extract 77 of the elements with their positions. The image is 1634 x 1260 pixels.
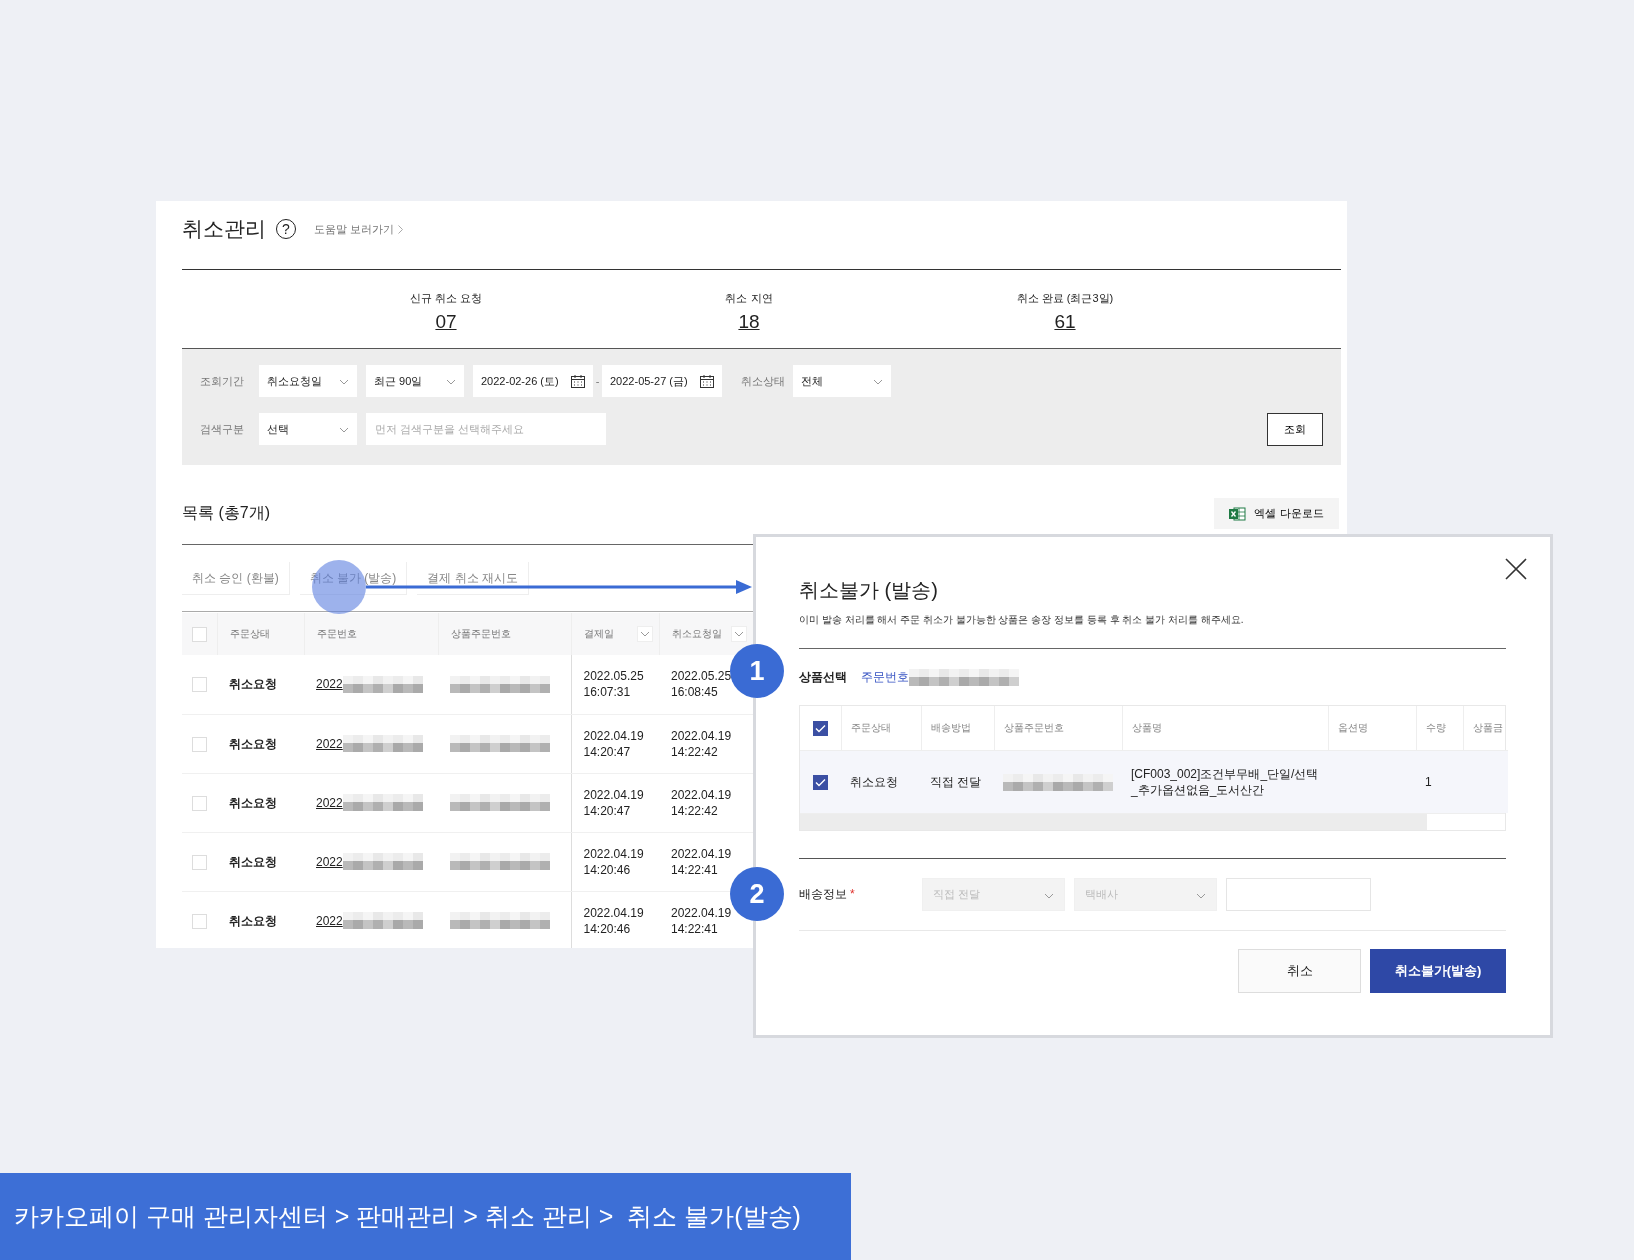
list-title: 목록 (총7개) <box>182 503 270 523</box>
request-date: 2022.04.19 14:22:42 <box>671 787 732 818</box>
search-button[interactable]: 조회 <box>1267 412 1323 446</box>
search-field[interactable]: 먼저 검색구분을 선택해주세요 <box>366 413 606 445</box>
column-header: 배송방법 <box>930 722 971 733</box>
column-header: 주문상태 <box>850 722 891 733</box>
payment-date: 2022.05.25 16:07:31 <box>583 669 644 700</box>
column-header: 옵션명 <box>1337 722 1368 733</box>
column-header: 취소요청일 <box>671 627 722 641</box>
stat-count-link[interactable]: 07 <box>435 311 457 333</box>
column-header: 상품금 <box>1472 722 1503 733</box>
spreadsheet-icon <box>1229 506 1247 521</box>
product-name: [CF003_002]조건부무배_단일/선택 _추가옵션없음_도서산간 <box>1131 767 1319 797</box>
column-header: 상품명 <box>1131 722 1162 733</box>
stat-label: 신규 취소 요청 <box>409 291 483 306</box>
calendar-icon <box>571 374 585 388</box>
cancel-button[interactable]: 취소 <box>1238 949 1361 993</box>
date-type-dropdown[interactable]: 취소요청일 <box>259 365 357 397</box>
quantity: 1 <box>1425 775 1432 789</box>
help-link[interactable]: 도움말 보러가기 <box>314 221 404 237</box>
date-separator: - <box>594 375 601 387</box>
order-number-link[interactable]: 2022 <box>316 676 343 693</box>
excel-download-button[interactable]: 엑셀 다운로드 <box>1214 498 1339 529</box>
field-label: 조회기간 <box>200 373 245 389</box>
column-header: 결제일 <box>583 627 614 641</box>
status-dropdown[interactable]: 전체 <box>793 365 891 397</box>
column-header: 주문상태 <box>229 627 270 641</box>
payment-date: 2022.04.19 14:20:46 <box>583 846 644 877</box>
delivery-method: 직접 전달 <box>930 775 982 789</box>
payment-date: 2022.04.19 14:20:47 <box>583 787 644 818</box>
order-number-link[interactable]: 2022 <box>316 735 343 752</box>
order-status: 취소요청 <box>229 677 277 692</box>
payment-date: 2022.04.19 14:20:47 <box>583 728 644 759</box>
action-tab[interactable]: 취소 승인 (환불) <box>182 562 290 595</box>
field-label: 검색구분 <box>200 421 245 437</box>
order-status: 취소요청 <box>850 775 898 789</box>
request-date: 2022.04.19 14:22:41 <box>671 846 732 877</box>
order-status: 취소요청 <box>229 736 277 751</box>
click-indicator <box>312 560 366 614</box>
sort-dropdown-icon[interactable] <box>636 626 653 642</box>
tracking-number-field[interactable] <box>1226 878 1371 911</box>
calendar-icon <box>700 374 714 388</box>
stat-count-link[interactable]: 18 <box>738 311 760 333</box>
request-date: 2022.05.25 16:08:45 <box>671 669 732 700</box>
date-field[interactable]: 2022-02-26 (토) <box>473 365 593 397</box>
chevron-right-icon <box>398 224 404 234</box>
search-type-dropdown[interactable]: 선택 <box>259 413 357 445</box>
request-date: 2022.04.19 14:22:41 <box>671 905 732 936</box>
request-date: 2022.04.19 14:22:42 <box>671 728 732 759</box>
order-status: 취소요청 <box>229 913 277 928</box>
sort-dropdown-icon[interactable] <box>730 626 747 642</box>
confirm-button[interactable]: 취소불가(발송) <box>1370 949 1506 993</box>
order-number-label: 주문번호 <box>861 668 909 686</box>
range-dropdown[interactable]: 최근 90일 <box>366 365 464 397</box>
order-number-link[interactable]: 2022 <box>316 794 343 811</box>
field-label: 취소상태 <box>741 373 786 389</box>
dialog-title: 취소불가 (발송) <box>799 578 939 603</box>
payment-date: 2022.04.19 14:20:46 <box>583 905 644 936</box>
stat-label: 취소 지연 <box>725 291 773 306</box>
column-header: 수량 <box>1425 722 1446 733</box>
order-number-link[interactable]: 2022 <box>316 912 343 929</box>
column-header: 상품주문번호 <box>450 627 511 641</box>
date-field[interactable]: 2022-05-27 (금) <box>602 365 722 397</box>
column-header: 주문번호 <box>316 627 357 641</box>
order-status: 취소요청 <box>229 854 277 869</box>
breadcrumb: 카카오페이 구매 관리자센터 > 판매관리 > 취소 관리 > 취소 불가(발송) <box>14 1201 801 1232</box>
page-title: 취소관리 <box>182 216 266 242</box>
checkbox[interactable] <box>812 720 828 736</box>
stat-label: 취소 완료 (최근3일) <box>1016 291 1114 306</box>
order-status: 취소요청 <box>229 795 277 810</box>
order-number-link[interactable]: 2022 <box>316 853 343 870</box>
field-label: 배송정보 * <box>799 886 856 903</box>
dialog-description: 이미 발송 처리를 해서 주문 취소가 불가능한 상품은 송장 정보를 등록 후 취소 불가 처리를 해주세요. <box>799 613 1245 627</box>
checkbox[interactable] <box>813 775 828 791</box>
section-label: 상품선택 <box>799 668 847 686</box>
stat-count-link[interactable]: 61 <box>1054 311 1076 333</box>
column-header: 상품주문번호 <box>1003 722 1064 733</box>
